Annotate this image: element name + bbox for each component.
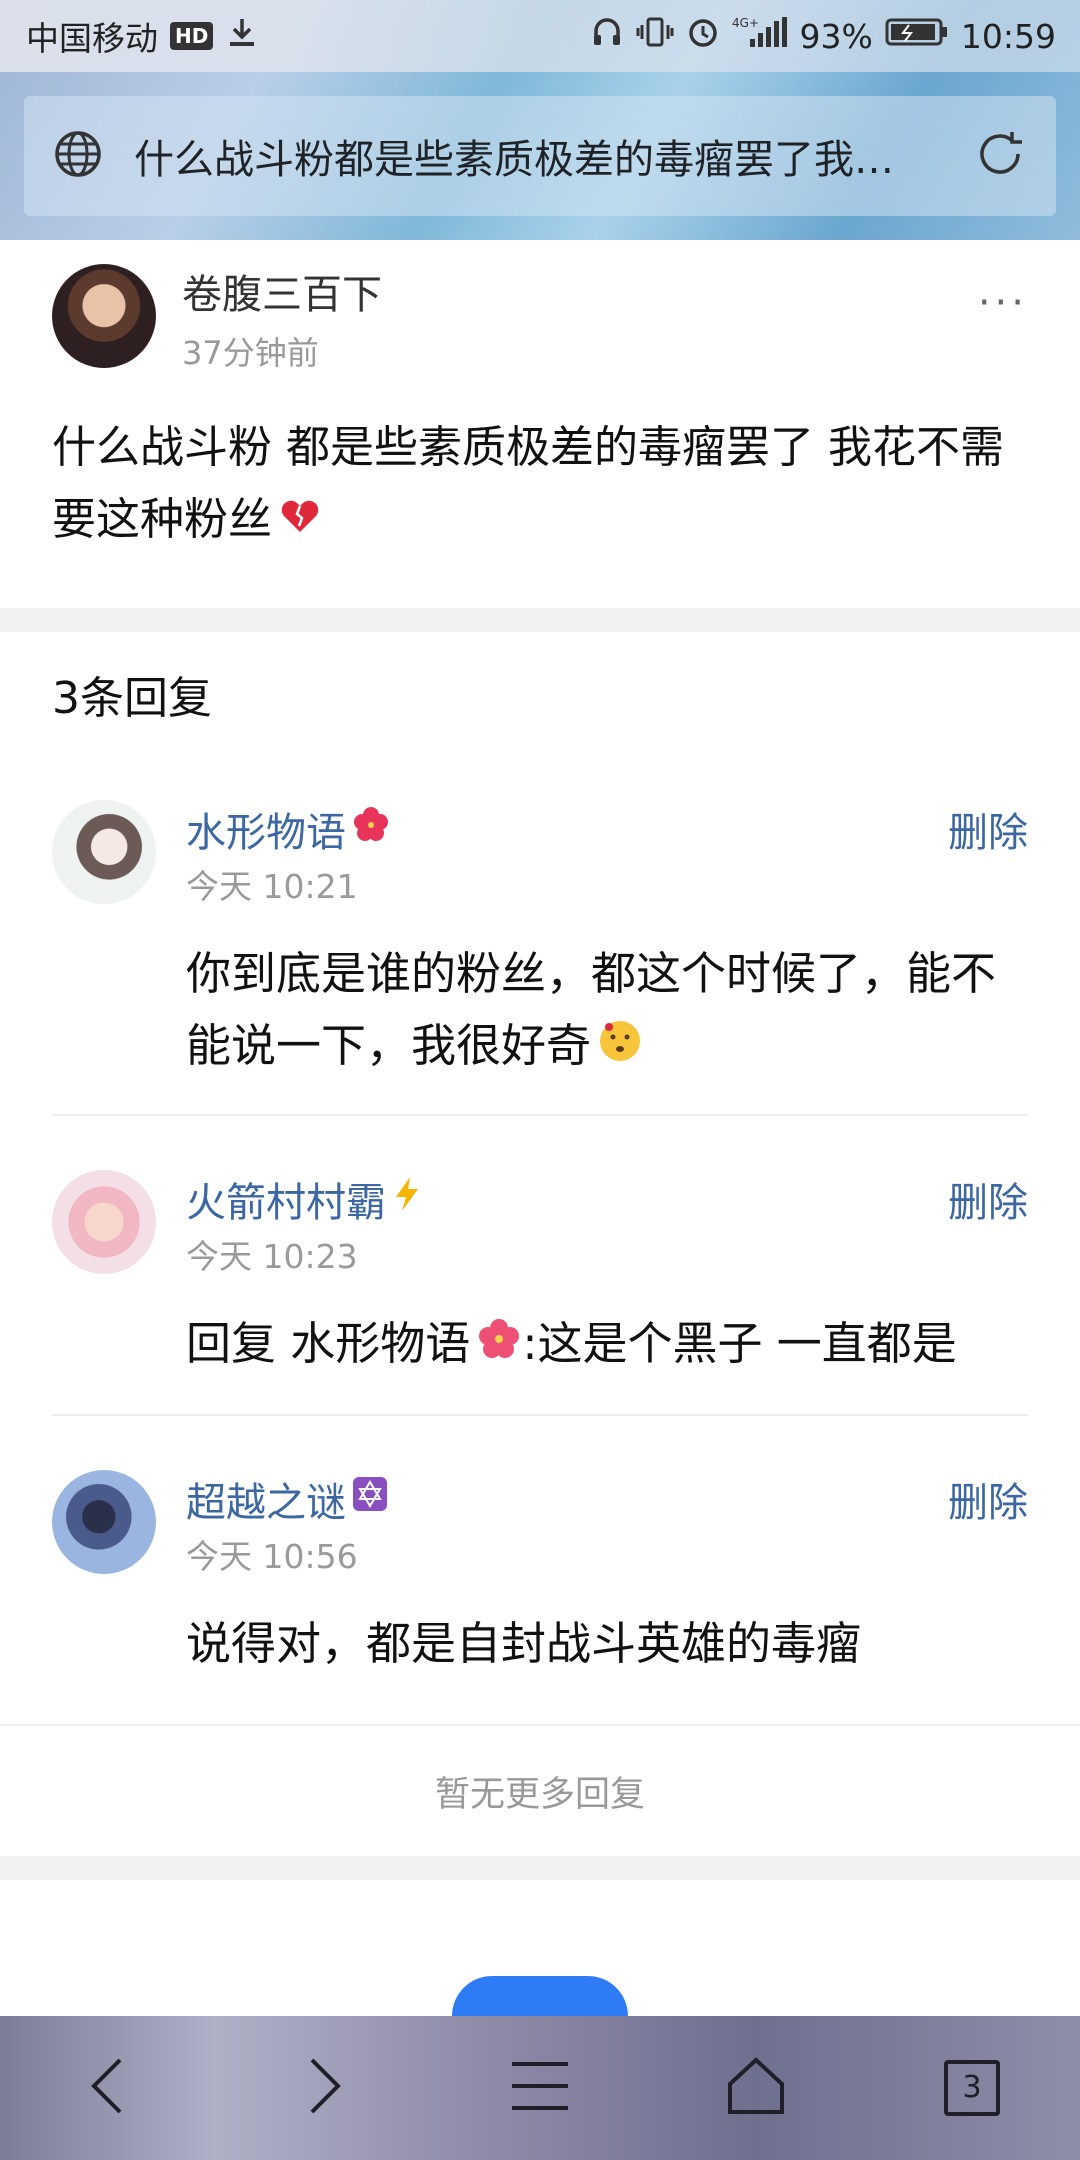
reply-text-label: 说得对，都是自封战斗英雄的毒瘤: [186, 1617, 862, 1670]
tabs-button[interactable]: 3: [912, 2028, 1032, 2148]
back-button[interactable]: [48, 2028, 168, 2148]
home-icon: [724, 2054, 788, 2122]
carrier-label: 中国移动: [26, 19, 158, 58]
more-options-icon[interactable]: ···: [978, 280, 1028, 326]
svg-text:4G+: 4G+: [732, 16, 759, 30]
reply-author-label[interactable]: 水形物语: [186, 800, 346, 858]
battery-percent: 93%: [799, 16, 873, 56]
section-divider: [0, 1856, 1080, 1880]
browser-header: 中国移动 HD 4G+ 93% 10:59 什么战斗粉都是些素质极差的毒瘤罢了我…: [0, 0, 1080, 240]
reply-date: 今天 10:21: [186, 867, 358, 906]
hibiscus-icon: [476, 1311, 522, 1383]
alarm-icon: [686, 15, 720, 57]
replies-section: 3条回复 水形物语 今天 10:21 删除 你到底是谁的粉丝，都这个时候了，能不…: [0, 632, 1080, 1856]
reply-avatar[interactable]: [52, 1470, 156, 1574]
star-of-david-icon: [352, 1476, 388, 1522]
delete-button[interactable]: 删除: [948, 1470, 1028, 1528]
post-content: 什么战斗粉 都是些素质极差的毒瘤罢了 我花不需要这种粉丝: [52, 412, 1012, 558]
delete-button[interactable]: 删除: [948, 1170, 1028, 1228]
tabs-icon: 3: [944, 2060, 1000, 2116]
reply-divider: [52, 1414, 1028, 1416]
address-bar[interactable]: 什么战斗粉都是些素质极差的毒瘤罢了我…: [24, 96, 1056, 216]
tab-count: 3: [962, 2070, 982, 2105]
vibrate-icon: [636, 15, 674, 57]
download-icon: [225, 15, 259, 57]
reply-text-label: 你到底是谁的粉丝，都这个时候了，能不能说一下，我很好奇: [186, 947, 997, 1072]
headphone-icon: [590, 15, 624, 57]
reply-mention: 回复 水形物语: [186, 1317, 471, 1370]
reply-avatar[interactable]: [52, 1170, 156, 1274]
refresh-icon[interactable]: [972, 126, 1028, 186]
replies-count: 3条回复: [52, 673, 212, 724]
globe-icon: [52, 128, 104, 184]
reply-author-name[interactable]: 火箭村村霸: [186, 1170, 422, 1228]
no-more-replies: 暂无更多回复: [0, 1724, 1080, 1856]
reply-author-label[interactable]: 火箭村村霸: [186, 1170, 386, 1228]
reply-author-label[interactable]: 超越之谜: [186, 1470, 346, 1528]
reply-divider: [52, 1114, 1028, 1116]
post-author-avatar[interactable]: [52, 264, 156, 368]
reply-text: 回复 水形物语 :这是个黑子 一直都是: [186, 1308, 1026, 1383]
signal-icon: 4G+: [732, 15, 788, 57]
forward-button[interactable]: [264, 2028, 384, 2148]
hibiscus-icon: [352, 805, 390, 853]
post-author-name[interactable]: 卷腹三百下: [182, 262, 382, 320]
delete-button[interactable]: 删除: [948, 800, 1028, 858]
page-title[interactable]: 什么战斗粉都是些素质极差的毒瘤罢了我…: [134, 127, 972, 185]
menu-button[interactable]: [480, 2028, 600, 2148]
lightning-icon: [392, 1175, 422, 1223]
reply-text: 你到底是谁的粉丝，都这个时候了，能不能说一下，我很好奇: [186, 938, 1026, 1085]
reply-avatar[interactable]: [52, 800, 156, 904]
hd-badge: HD: [170, 22, 214, 50]
reply-date: 今天 10:56: [186, 1537, 358, 1576]
reply-date: 今天 10:23: [186, 1237, 358, 1276]
original-post: 卷腹三百下 37分钟前 ··· 什么战斗粉 都是些素质极差的毒瘤罢了 我花不需要…: [0, 240, 1080, 608]
reply-text-label: :这是个黑子 一直都是: [522, 1317, 957, 1370]
reply-author-name[interactable]: 水形物语: [186, 800, 390, 858]
status-bar: 中国移动 HD 4G+ 93% 10:59: [0, 0, 1080, 72]
reply-author-name[interactable]: 超越之谜: [186, 1470, 388, 1528]
clock: 10:59: [960, 16, 1056, 56]
battery-icon: [885, 15, 949, 57]
reply-text: 说得对，都是自封战斗英雄的毒瘤: [186, 1608, 1026, 1680]
home-button[interactable]: [696, 2028, 816, 2148]
section-divider: [0, 608, 1080, 632]
menu-icon: [508, 2058, 572, 2118]
forward-arrow-icon: [300, 2054, 348, 2122]
broken-heart-icon: [278, 486, 322, 558]
back-arrow-icon: [84, 2054, 132, 2122]
bottom-navigation: 3: [0, 2016, 1080, 2160]
post-text: 什么战斗粉 都是些素质极差的毒瘤罢了 我花不需要这种粉丝: [52, 422, 1004, 545]
thinking-face-icon: [597, 1013, 643, 1085]
post-time: 37分钟前: [182, 334, 319, 372]
